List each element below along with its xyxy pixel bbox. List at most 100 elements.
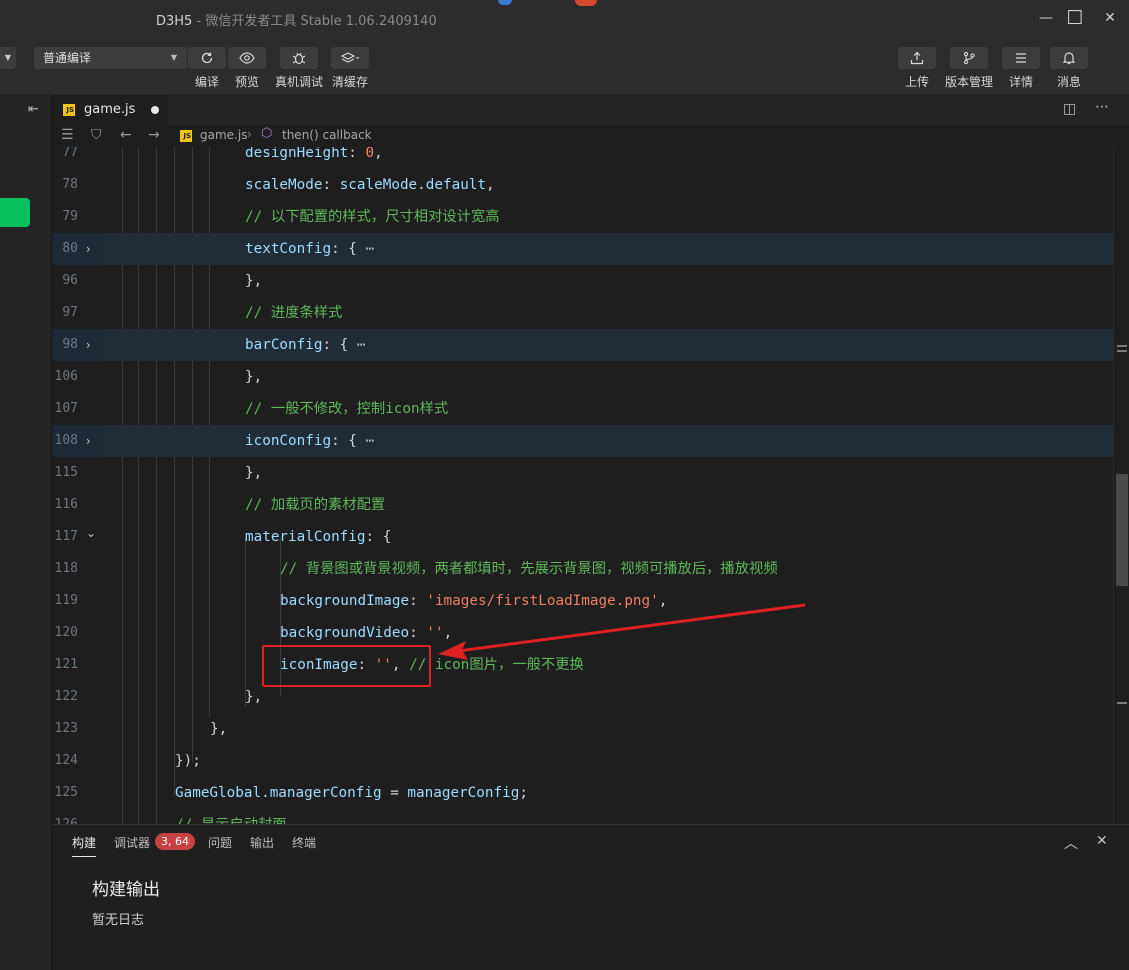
eye-icon (239, 52, 255, 64)
fold-collapsed-icon[interactable]: › (86, 329, 91, 361)
code-line[interactable]: 97 // 进度条样式 (52, 297, 1115, 329)
code-line[interactable]: 106}, (52, 361, 1115, 393)
tab-problems[interactable]: 问题 (208, 834, 232, 851)
code-token: iconConfig (245, 433, 332, 449)
code-line[interactable]: 121 iconImage: '', // icon图片，一般不更换 (52, 649, 1115, 681)
code-line[interactable]: 96}, (52, 265, 1115, 297)
code-line[interactable]: 115}, (52, 457, 1115, 489)
breadcrumb-file[interactable]: game.js (200, 128, 247, 142)
code-line[interactable]: 125 GameGlobal.managerConfig = managerCon… (52, 777, 1115, 809)
code-text: scaleMode: scaleMode.default, (245, 169, 495, 201)
line-number: 122 (54, 689, 78, 704)
code-line[interactable]: 123}, (52, 713, 1115, 745)
version-control-label: 版本管理 (944, 75, 993, 89)
layers-icon (340, 52, 360, 63)
editor-scrollbar[interactable] (1113, 147, 1129, 824)
upload-label: 上传 (904, 75, 929, 89)
maximize-button[interactable]: ☐ (1061, 6, 1089, 30)
code-line[interactable]: 117 ⌄ materialConfig: { (52, 521, 1115, 553)
messages-button[interactable] (1050, 47, 1088, 69)
code-line[interactable]: 77 designHeight: 0, (52, 147, 1115, 169)
line-number: 80 (62, 241, 78, 256)
code-line[interactable]: 118 // 背景图或背景视频，两者都填时，先展示背景图，视频可播放后，播放视频 (52, 553, 1115, 585)
details-button[interactable] (1002, 47, 1040, 69)
scroll-marker (1117, 702, 1127, 704)
list-icon[interactable]: ☰ (61, 127, 74, 143)
compile-button[interactable] (188, 47, 226, 69)
code-token: . (417, 177, 426, 193)
preview-button[interactable] (228, 47, 266, 69)
line-number: 116 (54, 497, 78, 512)
bookmark-icon[interactable]: ⛉ (91, 127, 102, 143)
tab-debugger[interactable]: 调试器 (114, 834, 150, 851)
clear-cache-button[interactable] (331, 47, 369, 69)
code-token: . (261, 785, 270, 801)
tab-terminal[interactable]: 终端 (292, 834, 316, 851)
code-token: // 进度条样式 (245, 305, 343, 321)
code-line[interactable]: 79 // 以下配置的样式，尺寸相对设计宽高 (52, 201, 1115, 233)
code-line[interactable]: 122}, (52, 681, 1115, 713)
scrollbar-thumb[interactable] (1116, 474, 1128, 586)
tab-label: game.js (84, 102, 136, 117)
code-token: : { (365, 529, 392, 545)
refresh-icon (201, 52, 213, 64)
code-line[interactable]: 98 › barConfig: { ⋯ (52, 329, 1115, 361)
details-label: 详情 (1008, 75, 1033, 89)
js-file-icon: JS (63, 104, 75, 116)
code-line[interactable]: 119 backgroundImage: 'images/firstLoadIma… (52, 585, 1115, 617)
split-editor-icon[interactable]: ◫ (1063, 101, 1076, 117)
chevron-down-icon[interactable]: ▼ (0, 47, 16, 69)
line-number: 106 (54, 369, 78, 384)
version-control-button[interactable] (950, 47, 988, 69)
unsaved-dot-icon[interactable] (151, 106, 159, 114)
js-file-icon: JS (180, 130, 192, 142)
tab-game-js[interactable]: JS game.js (52, 95, 168, 125)
fold-collapsed-icon[interactable]: › (86, 425, 91, 457)
code-line[interactable]: 120 backgroundVideo: '', (52, 617, 1115, 649)
chevron-right-icon: › (247, 127, 252, 141)
code-text: backgroundImage: 'images/firstLoadImage.… (280, 585, 667, 617)
code-text: // 背景图或背景视频，两者都填时，先展示背景图，视频可播放后，播放视频 (280, 553, 778, 585)
close-panel-icon[interactable]: ✕ (1096, 833, 1108, 849)
line-number: 107 (54, 401, 78, 416)
debugger-count-badge: 3, 64 (155, 833, 195, 850)
line-number: 98 (62, 337, 78, 352)
code-token: , (443, 625, 453, 641)
code-text: materialConfig: { (245, 521, 391, 553)
editor-tab-bar: JS game.js ◫ ⋯ (52, 95, 1129, 125)
forward-arrow-icon[interactable]: → (148, 127, 160, 143)
more-actions-icon[interactable]: ⋯ (1095, 99, 1109, 115)
line-number: 97 (62, 305, 78, 320)
tab-build[interactable]: 构建 (72, 834, 97, 857)
code-line[interactable]: 107 // 一般不修改，控制icon样式 (52, 393, 1115, 425)
code-text: }); (175, 745, 201, 777)
code-line[interactable]: 126 // 显示启动封面 (52, 809, 1115, 824)
code-line[interactable]: 78 scaleMode: scaleMode.default, (52, 169, 1115, 201)
annotation-highlight-box (262, 645, 431, 687)
close-button[interactable]: ✕ (1096, 6, 1124, 30)
code-token: : (409, 593, 427, 609)
code-token: barConfig (245, 337, 323, 353)
back-arrow-icon[interactable]: ← (120, 127, 132, 143)
code-token: // 以下配置的样式，尺寸相对设计宽高 (245, 209, 500, 225)
collapse-sidebar-icon[interactable]: ⇤ (28, 102, 39, 117)
breadcrumb-symbol[interactable]: then() callback (282, 128, 372, 142)
fold-expanded-icon[interactable]: ⌄ (86, 517, 96, 549)
tab-output[interactable]: 输出 (250, 834, 274, 851)
code-token: backgroundImage (280, 593, 410, 609)
minimize-button[interactable]: — (1032, 6, 1060, 30)
compile-label: 编译 (194, 75, 219, 89)
active-panel-indicator[interactable] (0, 198, 30, 227)
line-number: 120 (54, 625, 78, 640)
code-line[interactable]: 80 › textConfig: { ⋯ (52, 233, 1115, 265)
code-token: managerConfig (407, 785, 520, 801)
upload-button[interactable] (898, 47, 936, 69)
fold-collapsed-icon[interactable]: › (86, 233, 91, 265)
remote-debug-button[interactable] (280, 47, 318, 69)
code-line[interactable]: 116 // 加载页的素材配置 (52, 489, 1115, 521)
compile-mode-select[interactable]: 普通编译 ▼ (34, 47, 187, 69)
code-editor[interactable]: 77 designHeight: 0, 78 scaleMode: scaleMode… (52, 147, 1129, 824)
chevron-up-icon[interactable]: ︿ (1064, 833, 1078, 853)
code-line[interactable]: 124}); (52, 745, 1115, 777)
code-line[interactable]: 108 › iconConfig: { ⋯ (52, 425, 1115, 457)
